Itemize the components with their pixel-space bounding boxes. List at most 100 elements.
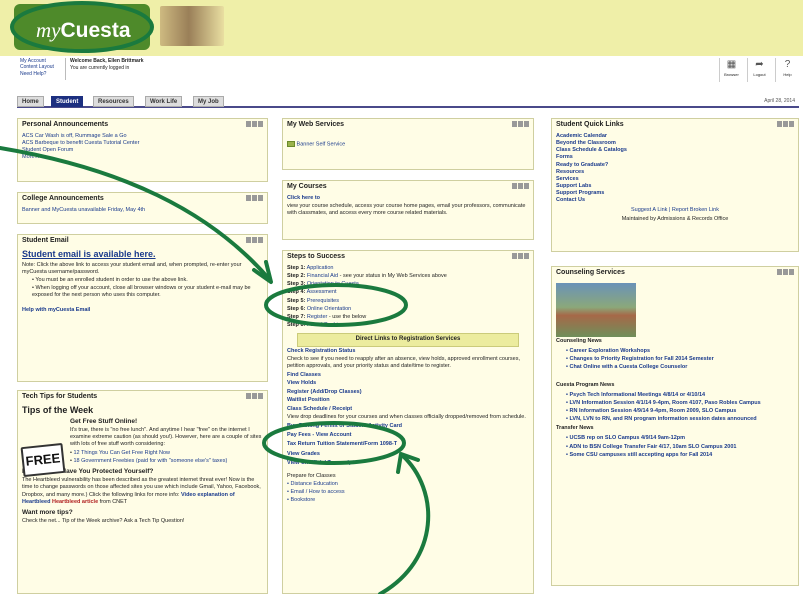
counseling-news-link[interactable]: • Chat Online with a Cuesta College Coun… xyxy=(566,364,794,371)
tab-my-job[interactable]: My Job xyxy=(193,96,224,107)
channel-controls[interactable] xyxy=(246,195,264,201)
channel-controls[interactable] xyxy=(246,237,264,243)
step-item[interactable]: Step 6: Online Orientation xyxy=(287,306,529,313)
tech-tips-channel: Tech Tips for Students Tips of the Week … xyxy=(17,390,268,594)
need-help-link[interactable]: Need Help? xyxy=(20,71,62,77)
announcement-link[interactable]: Student Open Forum xyxy=(22,147,263,154)
announcement-link[interactable]: ACS Barbeque to benefit Cuesta Tutorial … xyxy=(22,140,263,147)
help-icon[interactable]: ? Help xyxy=(775,58,799,82)
transcript-link[interactable]: View Unofficial Transcript xyxy=(287,460,529,467)
transfer-news-link[interactable]: • ADN to BSN College Transfer Fair 4/17,… xyxy=(566,444,794,451)
email-bullet: • You must be an enrolled student in ord… xyxy=(32,276,188,283)
maintained-by-text: Maintained by Admissions & Records Offic… xyxy=(621,215,729,222)
counseling-services-channel: Counseling Services Counseling News • Ca… xyxy=(551,266,799,586)
free-link[interactable]: • 18 Government Freebies (paid for with … xyxy=(70,458,263,465)
student-email-link[interactable]: Student email is available here. xyxy=(22,249,263,261)
step-item[interactable]: Step 2: Financial Aid - see your status … xyxy=(287,273,529,280)
free-link[interactable]: • 12 Things You Can Get Free Right Now xyxy=(70,450,263,457)
suggest-link[interactable]: Suggest A Link | Report Broken Link xyxy=(556,207,794,214)
channel-controls[interactable] xyxy=(777,121,795,127)
program-news-link[interactable]: • LVN, LVN to RN, and RN program informa… xyxy=(566,416,794,423)
tab-home[interactable]: Home xyxy=(17,96,44,107)
channel-controls[interactable] xyxy=(246,393,264,399)
channel-controls[interactable] xyxy=(246,121,264,127)
program-news-title: Cuesta Program News xyxy=(556,381,615,388)
channel-title: My Web Services xyxy=(287,121,345,128)
pay-fees-link[interactable]: Pay Fees - View Account xyxy=(287,432,529,439)
tax-return-link[interactable]: Tax Return Tuition Statement/Form 1098-T xyxy=(287,441,529,448)
announcement-link[interactable]: Banner and MyCuesta unavailable Friday, … xyxy=(22,207,263,214)
prepare-title: Prepare for Classes xyxy=(287,472,336,479)
prepare-link[interactable]: • Email / How to access xyxy=(287,489,529,496)
channel-controls[interactable] xyxy=(512,253,530,259)
quick-link[interactable]: Beyond the Classroom xyxy=(556,140,794,147)
channel-title: Student Email xyxy=(22,237,69,244)
quick-link[interactable]: Forms xyxy=(556,154,794,161)
mycuesta-logo[interactable]: myCuesta xyxy=(14,4,150,50)
browser-icon[interactable]: ▦ Browser xyxy=(719,58,743,82)
channel-controls[interactable] xyxy=(777,269,795,275)
tab-work-life[interactable]: Work Life xyxy=(145,96,183,107)
tab-bar: Home Student Resources Work Life My Job … xyxy=(17,94,799,108)
program-news-link[interactable]: • RN Information Session 4/9/14 9-4pm, R… xyxy=(566,408,794,415)
student-email-channel: Student Email Student email is available… xyxy=(17,234,268,382)
courses-text: view your course schedule, access your c… xyxy=(287,203,526,217)
quick-link[interactable]: Ready to Graduate? xyxy=(556,162,794,169)
quick-link[interactable]: Contact Us xyxy=(556,197,794,204)
channel-title: Student Quick Links xyxy=(556,121,624,128)
find-classes-link[interactable]: Find Classes xyxy=(287,372,529,379)
campus-photo xyxy=(556,283,636,337)
step-item[interactable]: Step 3: Orientation to Cuesta xyxy=(287,281,529,288)
counseling-news-link[interactable]: • Career Exploration Workshops xyxy=(566,348,794,355)
announcement-link[interactable]: ACS Car Wash is off, Rummage Sale a Go xyxy=(22,133,263,140)
register-link[interactable]: Register (Add/Drop Classes) xyxy=(287,389,529,396)
quick-link[interactable]: Services xyxy=(556,176,794,183)
view-holds-link[interactable]: View Holds xyxy=(287,380,529,387)
transfer-news-link[interactable]: • Some CSU campuses still accepting apps… xyxy=(566,452,794,459)
prepare-link[interactable]: • Bookstore xyxy=(287,497,529,504)
transfer-news-link[interactable]: • UCSB rep on SLO Campus 4/9/14 9am-12pm xyxy=(566,435,794,442)
channel-controls[interactable] xyxy=(512,121,530,127)
heartbleed-article-link[interactable]: Heartbleed article xyxy=(52,499,98,505)
quick-link[interactable]: Class Schedule & Catalogs xyxy=(556,147,794,154)
quick-link[interactable]: Academic Calendar xyxy=(556,133,794,140)
class-schedule-text: View drop deadlines for your courses and… xyxy=(287,414,526,421)
personal-announcements-channel: Personal Announcements ACS Car Wash is o… xyxy=(17,118,268,182)
waitlist-link[interactable]: Waitlist Position xyxy=(287,397,529,404)
tab-resources[interactable]: Resources xyxy=(93,96,134,107)
counseling-news-link[interactable]: • Changes to Priority Registration for F… xyxy=(566,356,794,363)
channel-controls[interactable] xyxy=(512,183,530,189)
check-status-link[interactable]: Check Registration Status xyxy=(287,348,529,355)
quick-link[interactable]: Resources xyxy=(556,169,794,176)
web-services-channel: My Web Services Banner Self Service xyxy=(282,118,534,170)
email-bullet: • When logging off your account, close a… xyxy=(32,285,251,299)
free-text: It's true, there is "no free lunch". And… xyxy=(70,427,262,448)
prepare-link[interactable]: • Distance Education xyxy=(287,481,529,488)
program-news-link[interactable]: • LVN Information Session 4/1/14 9-4pm, … xyxy=(566,400,794,407)
parking-link[interactable]: Buy Parking Permit or Student Activity C… xyxy=(287,423,529,430)
quick-link[interactable]: Support Labs xyxy=(556,183,794,190)
tab-student[interactable]: Student xyxy=(51,96,84,107)
heartbleed-text: The Heartbleed vulnerability has been de… xyxy=(22,477,261,505)
steps-to-success-channel: Steps to Success Step 1: Application Ste… xyxy=(282,250,534,594)
email-help-link[interactable]: Help with myCuesta Email xyxy=(22,307,263,314)
program-news-link[interactable]: • Psych Tech Informational Meetings 4/8/… xyxy=(566,392,794,399)
step-item[interactable]: Step 8: Fees / Cashier xyxy=(287,322,529,329)
banner-self-service-link[interactable]: Banner Self Service xyxy=(297,141,346,147)
direct-links-button[interactable]: Direct Links to Registration Services xyxy=(297,333,519,347)
class-schedule-link[interactable]: Class Schedule / Receipt xyxy=(287,406,529,413)
check-status-text: Check to see if you need to reapply afte… xyxy=(287,356,520,370)
college-announcements-channel: College Announcements Banner and MyCuest… xyxy=(17,192,268,224)
view-grades-link[interactable]: View Grades xyxy=(287,451,529,458)
step-item[interactable]: Step 1: Application xyxy=(287,265,529,272)
transfer-news-title: Transfer News xyxy=(556,425,594,432)
more-link[interactable]: More... xyxy=(22,154,263,161)
welcome-text: Welcome Back, Ellen Brittmark You are cur… xyxy=(70,58,144,71)
free-sign-image: FREE xyxy=(20,442,66,478)
step-item[interactable]: Step 7: Register - use the below xyxy=(287,314,529,321)
logout-icon[interactable]: ➦ Logout xyxy=(747,58,771,82)
quick-link[interactable]: Support Programs xyxy=(556,190,794,197)
step-item[interactable]: Step 4: Assessment xyxy=(287,289,529,296)
step-item[interactable]: Step 5: Prerequisites xyxy=(287,298,529,305)
courses-link[interactable]: Click here to xyxy=(287,195,529,202)
